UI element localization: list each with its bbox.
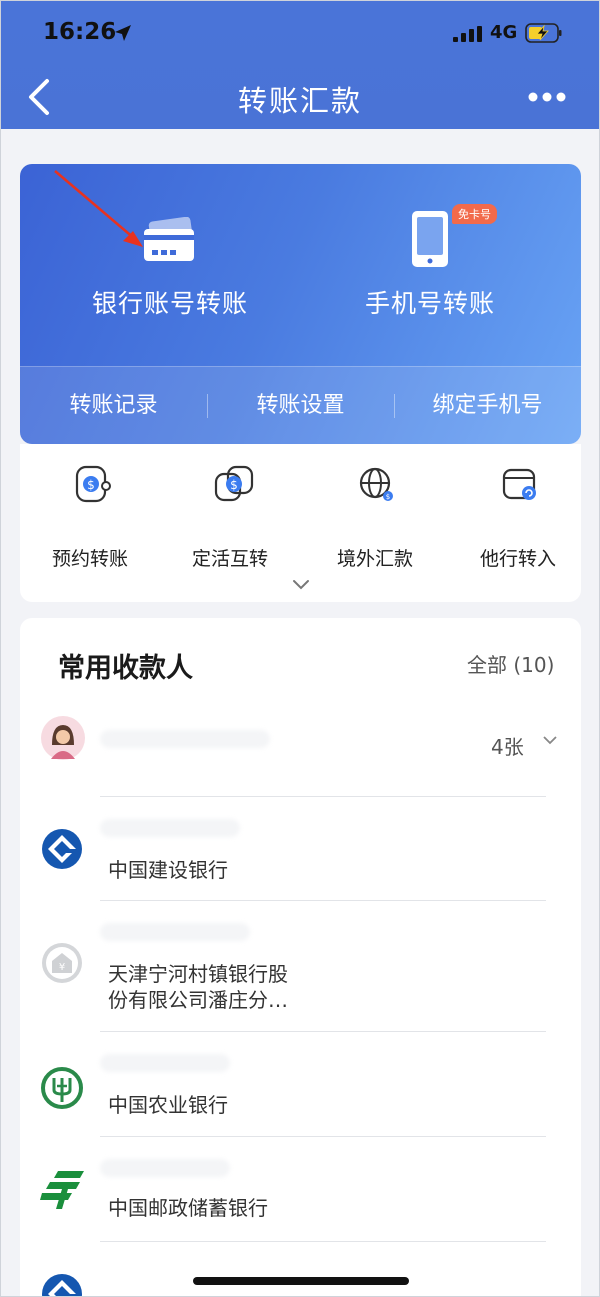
masked-name (100, 1054, 230, 1072)
bank-name: 中国邮政储蓄银行 (108, 1196, 268, 1220)
transfer-card: 银行账号转账 免卡号 手机号转账 转账记录 转账设置 绑定手机号 (20, 164, 581, 444)
avatar (41, 716, 85, 760)
signal-icon (453, 26, 482, 42)
other-bank-transfer-in-label: 他行转入 (479, 548, 556, 570)
card-links-bar: 转账记录 转账设置 绑定手机号 (20, 366, 581, 444)
fixed-current-transfer-button[interactable]: $ 定活互转 (160, 464, 300, 570)
scheduled-transfer-label: 预约转账 (51, 548, 128, 570)
fixed-current-transfer-icon: $ (214, 465, 254, 502)
home-indicator (193, 1277, 409, 1285)
other-bank-transfer-in-button[interactable]: 他行转入 (448, 464, 588, 570)
no-card-badge: 免卡号 (452, 204, 497, 224)
payee-item[interactable]: 4张 (20, 708, 581, 796)
masked-name (100, 819, 240, 837)
payee-item[interactable]: 中国农业银行 (20, 1032, 581, 1136)
header: 16:26 4G 转账汇款 (1, 1, 599, 129)
psbc-logo-icon (40, 1171, 84, 1209)
svg-text:$: $ (386, 493, 390, 501)
bank-account-transfer-label: 银行账号转账 (91, 289, 248, 318)
masked-name (100, 1159, 230, 1177)
status-time: 16:26 (43, 19, 117, 45)
more-button[interactable] (525, 81, 569, 113)
wallet-refresh-icon (502, 468, 536, 500)
generic-bank-icon: ¥ (42, 943, 82, 983)
bank-card-icon (144, 217, 194, 261)
page-title: 转账汇款 (237, 84, 362, 118)
bank-name-line1: 天津宁河村镇银行股 (108, 962, 288, 986)
status-bar: 16:26 4G (1, 1, 599, 65)
overseas-remittance-button[interactable]: $ 境外汇款 (305, 464, 445, 570)
bank-name: 中国建设银行 (108, 858, 228, 882)
nav-bar: 转账汇款 (1, 65, 599, 129)
ccb-logo-icon (42, 829, 82, 869)
payee-item[interactable] (20, 1242, 581, 1296)
transfer-settings-link[interactable]: 转账设置 (207, 367, 394, 444)
phone-icon (412, 211, 448, 267)
payee-item[interactable]: ¥ 天津宁河村镇银行股 份有限公司潘庄分… (20, 901, 581, 1031)
quick-actions-panel: $ 预约转账 $ 定活互转 $ 境外汇款 他行转入 (20, 444, 581, 602)
transfer-records-link[interactable]: 转账记录 (20, 367, 207, 444)
all-payees-link[interactable]: 全部 (10) (467, 649, 554, 678)
bind-phone-link[interactable]: 绑定手机号 (394, 367, 581, 444)
svg-text:¥: ¥ (59, 962, 65, 973)
bank-account-transfer-button[interactable]: 银行账号转账 (40, 194, 300, 364)
globe-icon: $ (359, 467, 393, 501)
app-screen: 16:26 4G 转账汇款 银行账号转账 免卡号 手机号转账 转账记录 转账设置… (0, 0, 600, 1297)
phone-transfer-label: 手机号转账 (364, 289, 495, 318)
payee-item[interactable]: 中国邮政储蓄银行 (20, 1137, 581, 1241)
frequent-payees-panel: 常用收款人 全部 (10) 4张 中国建设银行 ¥ 天津宁河村镇银行股 份有限公… (20, 618, 581, 1296)
network-type: 4G (490, 22, 518, 43)
bank-name: 中国农业银行 (108, 1093, 228, 1117)
payee-item[interactable]: 中国建设银行 (20, 797, 581, 900)
masked-name (100, 730, 270, 748)
more-dots-icon (528, 92, 566, 102)
scheduled-transfer-icon: $ (75, 465, 111, 503)
chevron-down-icon[interactable] (291, 578, 311, 592)
svg-text:$: $ (230, 478, 238, 492)
cards-count: 4张 (491, 735, 524, 759)
section-title: 常用收款人 (58, 653, 193, 684)
location-arrow-icon (115, 25, 131, 41)
ccb-logo-icon (42, 1274, 82, 1296)
scheduled-transfer-button[interactable]: $ 预约转账 (20, 464, 160, 570)
svg-text:$: $ (87, 478, 95, 492)
bank-name-line2: 份有限公司潘庄分… (108, 988, 288, 1012)
chevron-down-icon (543, 736, 557, 745)
fixed-current-transfer-label: 定活互转 (191, 548, 268, 570)
overseas-remittance-label: 境外汇款 (336, 548, 413, 570)
abc-logo-icon (41, 1067, 83, 1109)
masked-name (100, 923, 250, 941)
battery-charging-icon (525, 23, 562, 43)
phone-transfer-button[interactable]: 免卡号 手机号转账 (300, 194, 560, 364)
